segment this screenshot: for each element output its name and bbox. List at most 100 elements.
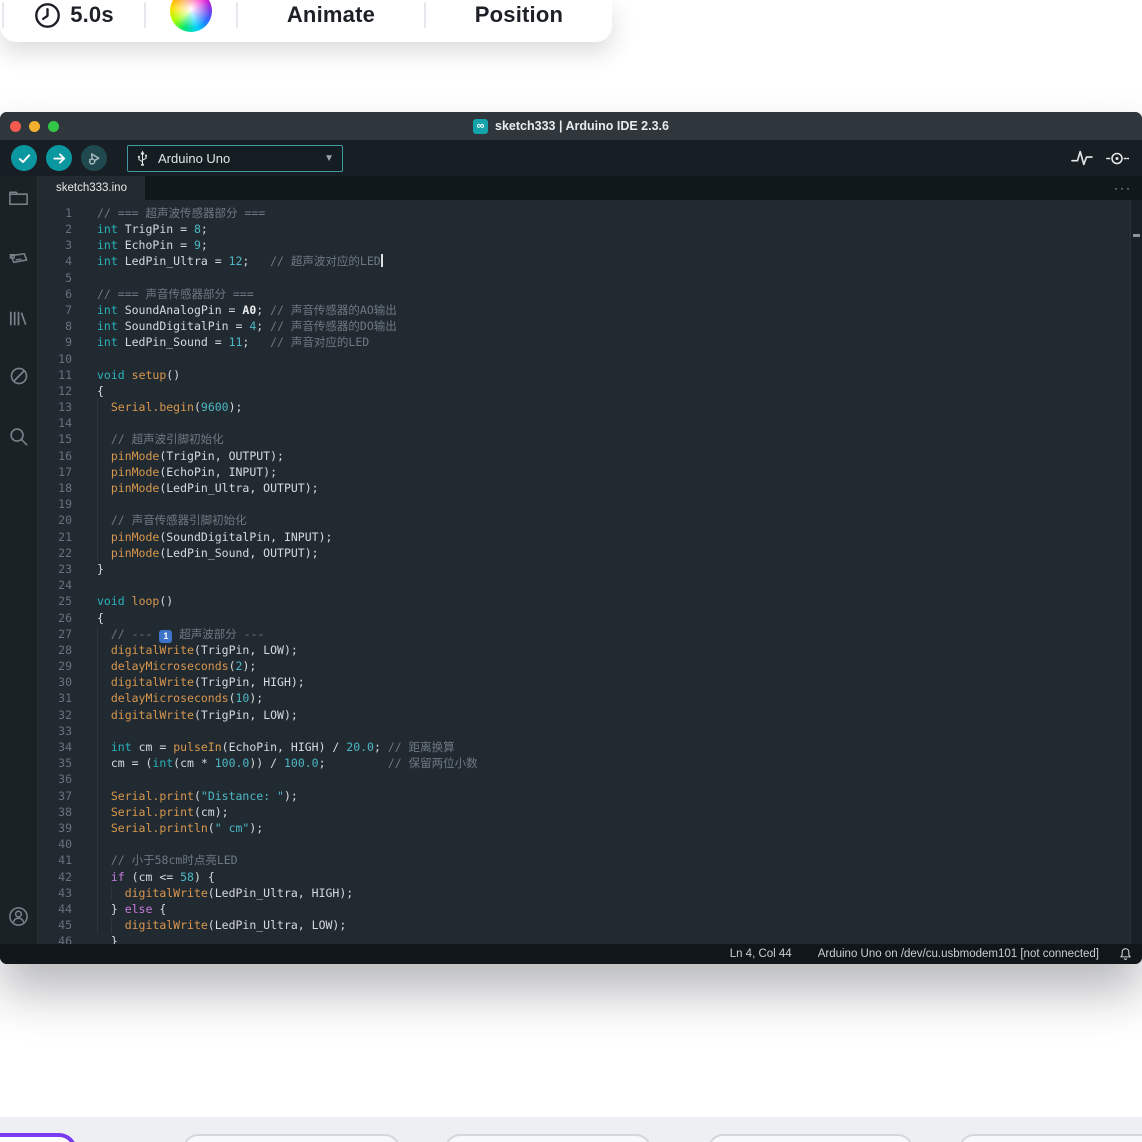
chevron-down-icon: ▼	[324, 153, 334, 164]
debug-disabled-icon	[8, 365, 30, 387]
code-line[interactable]: pinMode(SoundDigitalPin, INPUT);	[97, 529, 1130, 545]
sidebar-item-boards-manager[interactable]	[7, 246, 31, 270]
code-line[interactable]: // --- 1 超声波部分 ---	[97, 626, 1130, 642]
code-line[interactable]: }	[97, 561, 1130, 577]
color-button[interactable]	[146, 0, 236, 32]
serial-monitor-button[interactable]	[1104, 145, 1130, 171]
tab-sketch333[interactable]: sketch333.ino	[38, 176, 145, 200]
line-number: 17	[38, 464, 72, 480]
verify-button[interactable]	[11, 145, 37, 171]
board-selector[interactable]: Arduino Uno ▼	[127, 145, 343, 172]
code-line[interactable]: Serial.begin(9600);	[97, 399, 1130, 415]
code-line[interactable]: digitalWrite(TrigPin, HIGH);	[97, 674, 1130, 690]
start-debugging-button[interactable]	[81, 145, 107, 171]
code-line[interactable]: digitalWrite(TrigPin, LOW);	[97, 707, 1130, 723]
line-number: 15	[38, 431, 72, 447]
upload-button[interactable]	[46, 145, 72, 171]
code-line[interactable]: // === 声音传感器部分 ===	[97, 286, 1130, 302]
position-button[interactable]: Position	[426, 2, 612, 28]
sidebar-item-sketchbook[interactable]	[7, 186, 31, 210]
text-cursor	[381, 254, 383, 267]
code-lines[interactable]: // === 超声波传感器部分 ===int TrigPin = 8;int E…	[92, 205, 1130, 944]
code-line[interactable]: digitalWrite(LedPin_Ultra, HIGH);	[97, 885, 1130, 901]
line-number: 9	[38, 334, 72, 350]
sidebar-item-search[interactable]	[7, 424, 31, 448]
bottom-button-selected[interactable]	[0, 1133, 77, 1142]
serial-plotter-button[interactable]	[1069, 145, 1095, 171]
bottom-button-4[interactable]	[708, 1134, 913, 1142]
code-line[interactable]: Serial.println(" cm");	[97, 820, 1130, 836]
bottom-button-5[interactable]	[959, 1134, 1142, 1142]
sketchbook-folder-icon	[7, 187, 30, 210]
code-line[interactable]: int SoundDigitalPin = 4; // 声音传感器的DO输出	[97, 318, 1130, 334]
title-bar[interactable]: ∞ sketch333 | Arduino IDE 2.3.6	[0, 112, 1142, 140]
code-line[interactable]	[97, 771, 1130, 787]
overview-scrollbar[interactable]	[1130, 200, 1142, 944]
bottom-button-2[interactable]	[183, 1134, 400, 1142]
code-line[interactable]: pinMode(TrigPin, OUTPUT);	[97, 448, 1130, 464]
code-line[interactable]: delayMicroseconds(2);	[97, 658, 1130, 674]
code-line[interactable]	[97, 496, 1130, 512]
duration-button[interactable]: 5.0s	[4, 2, 144, 29]
code-line[interactable]: }	[97, 933, 1130, 944]
line-number: 36	[38, 771, 72, 787]
line-number: 18	[38, 480, 72, 496]
code-line[interactable]: } else {	[97, 901, 1130, 917]
code-line[interactable]	[97, 351, 1130, 367]
line-number: 4	[38, 253, 72, 269]
line-number: 21	[38, 529, 72, 545]
tab-more-menu[interactable]: ···	[1104, 176, 1142, 200]
line-number: 41	[38, 852, 72, 868]
code-line[interactable]: digitalWrite(LedPin_Ultra, LOW);	[97, 917, 1130, 933]
code-line[interactable]: int TrigPin = 8;	[97, 221, 1130, 237]
code-line[interactable]	[97, 270, 1130, 286]
line-number: 33	[38, 723, 72, 739]
cursor-position-status[interactable]: Ln 4, Col 44	[730, 948, 792, 960]
code-line[interactable]: int SoundAnalogPin = A0; // 声音传感器的AO输出	[97, 302, 1130, 318]
sidebar-item-account[interactable]	[7, 904, 31, 928]
code-line[interactable]: // 小于58cm时点亮LED	[97, 852, 1130, 868]
code-line[interactable]: // === 超声波传感器部分 ===	[97, 205, 1130, 221]
sidebar-item-library-manager[interactable]	[7, 306, 31, 330]
code-line[interactable]: int LedPin_Ultra = 12; // 超声波对应的LED	[97, 253, 1130, 269]
status-bar: Ln 4, Col 44 Arduino Uno on /dev/cu.usbm…	[0, 944, 1142, 964]
code-line[interactable]: int EchoPin = 9;	[97, 237, 1130, 253]
code-line[interactable]: pinMode(EchoPin, INPUT);	[97, 464, 1130, 480]
code-line[interactable]: int cm = pulseIn(EchoPin, HIGH) / 20.0; …	[97, 739, 1130, 755]
code-line[interactable]: Serial.print("Distance: ");	[97, 788, 1130, 804]
serial-monitor-icon	[1105, 150, 1129, 167]
ellipsis-icon: ···	[1114, 181, 1132, 195]
code-line[interactable]: void loop()	[97, 593, 1130, 609]
code-line[interactable]	[97, 836, 1130, 852]
code-line[interactable]: {	[97, 383, 1130, 399]
code-line[interactable]	[97, 577, 1130, 593]
bottom-button-3[interactable]	[445, 1134, 651, 1142]
line-number: 40	[38, 836, 72, 852]
code-line[interactable]: // 声音传感器引脚初始化	[97, 512, 1130, 528]
sidebar-item-debug[interactable]	[7, 364, 31, 388]
code-line[interactable]	[97, 415, 1130, 431]
code-line[interactable]: // 超声波引脚初始化	[97, 431, 1130, 447]
indent-guide	[97, 626, 98, 934]
code-line[interactable]: pinMode(LedPin_Ultra, OUTPUT);	[97, 480, 1130, 496]
code-line[interactable]: void setup()	[97, 367, 1130, 383]
clock-icon	[34, 2, 61, 29]
code-line[interactable]	[97, 723, 1130, 739]
line-number: 38	[38, 804, 72, 820]
code-line[interactable]: cm = (int(cm * 100.0)) / 100.0; // 保留两位小…	[97, 755, 1130, 771]
code-line[interactable]: Serial.print(cm);	[97, 804, 1130, 820]
code-line[interactable]: {	[97, 610, 1130, 626]
right-arrow-icon	[52, 151, 67, 166]
code-editor[interactable]: 1234567891011121314151617181920212223242…	[38, 200, 1142, 944]
code-line[interactable]: int LedPin_Sound = 11; // 声音对应的LED	[97, 334, 1130, 350]
code-line[interactable]: delayMicroseconds(10);	[97, 690, 1130, 706]
animate-button[interactable]: Animate	[238, 2, 424, 28]
code-line[interactable]: if (cm <= 58) {	[97, 869, 1130, 885]
usb-icon	[136, 150, 149, 167]
notifications-button[interactable]	[1119, 947, 1132, 961]
code-line[interactable]: pinMode(LedPin_Sound, OUTPUT);	[97, 545, 1130, 561]
line-number: 2	[38, 221, 72, 237]
board-connection-status[interactable]: Arduino Uno on /dev/cu.usbmodem101 [not …	[818, 948, 1099, 960]
code-line[interactable]: digitalWrite(TrigPin, LOW);	[97, 642, 1130, 658]
line-number: 27	[38, 626, 72, 642]
